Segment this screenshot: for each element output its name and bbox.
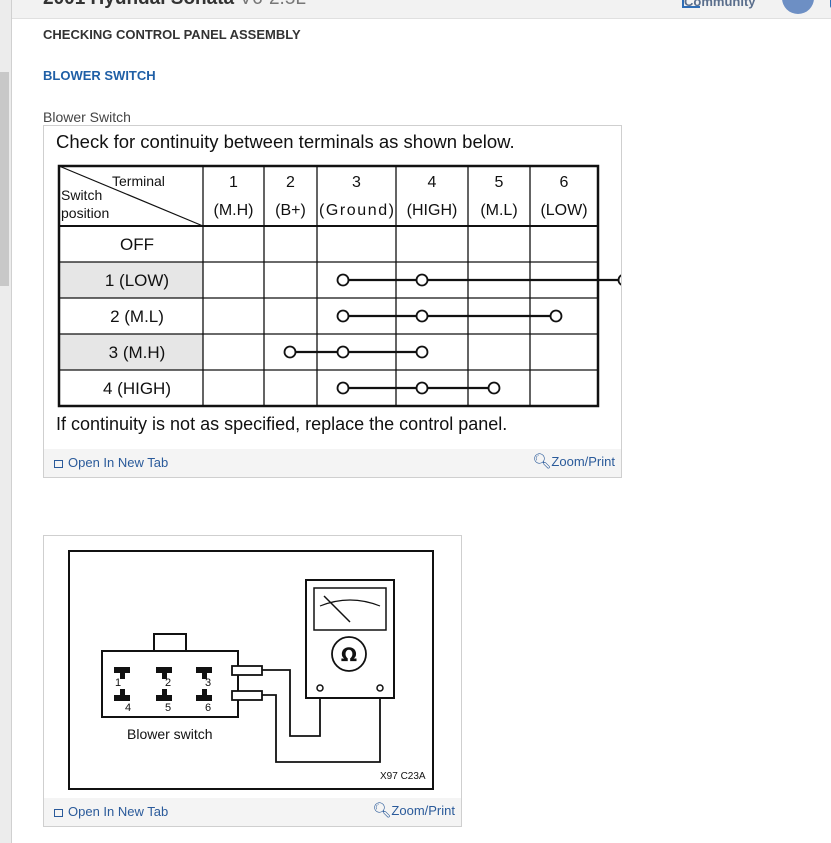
continuity-dot xyxy=(336,345,350,359)
continuity-dot xyxy=(415,309,429,323)
open-tab-label: Open In New Tab xyxy=(68,455,169,470)
zoom-print-button[interactable]: 🔍︎Zoom/Print xyxy=(372,801,455,819)
zoom-print-button[interactable]: 🔍︎Zoom/Print xyxy=(532,452,615,470)
continuity-dot xyxy=(415,381,429,395)
open-in-new-tab-button[interactable]: Open In New Tab xyxy=(54,804,168,819)
instruction-text: Check for continuity between terminals a… xyxy=(56,131,515,152)
wiring-diagram: 1 2 3 4 5 6 Blower switch Ω X97 C23A xyxy=(68,550,434,790)
zoom-in-icon: 🔍︎ xyxy=(532,453,552,470)
switch-position-label: OFF xyxy=(120,235,154,254)
pin-1-label: 1 xyxy=(115,677,121,689)
ohm-symbol: Ω xyxy=(341,644,357,666)
external-tab-icon xyxy=(54,809,63,817)
terminal-headers: 1 (M.H) 2 (B+) 3 (Ground) 4 (HIGH) 5 (M.L) 6 (LOW) xyxy=(214,174,588,219)
continuity-dot xyxy=(617,274,621,286)
scrollbar-track[interactable] xyxy=(0,0,11,843)
pin-4-label: 4 xyxy=(125,702,131,714)
switch-position-label: 1 (LOW) xyxy=(105,271,169,290)
continuity-table-figure: Check for continuity between terminals a… xyxy=(43,125,622,478)
engine-label: V6-2.5L xyxy=(239,0,306,9)
terminal-label: (M.H) xyxy=(214,202,254,219)
pin-6-label: 6 xyxy=(205,702,211,714)
figure-caption: Blower Switch xyxy=(43,109,131,125)
blower-switch-wiring-figure: 1 2 3 4 5 6 Blower switch Ω X97 C23A Ope… xyxy=(43,535,462,827)
section-heading: CHECKING CONTROL PANEL ASSEMBLY xyxy=(43,27,301,42)
switch-position-label: 2 (M.L) xyxy=(110,307,164,326)
continuity-dot xyxy=(336,273,350,287)
zoom-label: Zoom/Print xyxy=(551,454,615,469)
terminal-label: (LOW) xyxy=(540,202,587,219)
open-in-new-tab-button[interactable]: Open In New Tab xyxy=(54,455,168,470)
terminal-number: 6 xyxy=(560,174,569,191)
switch-position-rows: OFF 1 (LOW) 2 (M.L) 3 (M.H) 4 (HIGH) xyxy=(103,235,171,398)
scrollbar-thumb[interactable] xyxy=(0,72,9,286)
continuity-table-diagram: Check for continuity between terminals a… xyxy=(56,131,621,434)
terminal-label: (M.L) xyxy=(480,202,517,219)
blower-switch-link[interactable]: BLOWER SWITCH xyxy=(43,68,156,83)
sidebar-divider xyxy=(11,0,12,843)
terminal-label: (Ground) xyxy=(319,202,394,219)
continuity-dot xyxy=(487,381,501,395)
figure2-toolbar: Open In New Tab 🔍︎Zoom/Print xyxy=(44,798,461,826)
terminal-number: 5 xyxy=(495,174,504,191)
zoom-label: Zoom/Print xyxy=(391,803,455,818)
external-tab-icon xyxy=(54,460,63,468)
terminal-number: 2 xyxy=(286,174,295,191)
page-title: 2001 Hyundai Sonata V6-2.5L xyxy=(43,0,306,10)
terminal-label: (HIGH) xyxy=(407,202,458,219)
open-tab-label: Open In New Tab xyxy=(68,804,169,819)
terminal-number: 1 xyxy=(229,174,238,191)
ohmmeter xyxy=(305,579,395,699)
continuity-dot xyxy=(415,345,429,359)
figure1-toolbar: Open In New Tab 🔍︎Zoom/Print xyxy=(44,449,621,477)
user-avatar[interactable] xyxy=(782,0,814,14)
blower-switch-label: Blower switch xyxy=(127,726,213,742)
pin-2-label: 2 xyxy=(165,677,171,689)
continuity-dot xyxy=(336,309,350,323)
zoom-in-icon: 🔍︎ xyxy=(372,802,392,819)
header-position: position xyxy=(61,205,109,221)
header-terminal: Terminal xyxy=(112,173,165,189)
vehicle-name: 2001 Hyundai Sonata xyxy=(43,0,234,9)
pin-5-label: 5 xyxy=(165,702,171,714)
continuity-dot xyxy=(549,309,563,323)
terminal-number: 4 xyxy=(428,174,437,191)
pin-3-label: 3 xyxy=(205,677,211,689)
header-switch: Switch xyxy=(61,187,102,203)
terminal-number: 3 xyxy=(352,174,361,191)
continuity-dot xyxy=(283,345,297,359)
page-header: 2001 Hyundai Sonata V6-2.5L Community xyxy=(12,0,831,19)
figure-code: X97 C23A xyxy=(380,771,426,782)
continuity-dot xyxy=(336,381,350,395)
switch-position-label: 3 (M.H) xyxy=(109,343,166,362)
continuity-dot xyxy=(415,273,429,287)
switch-position-label: 4 (HIGH) xyxy=(103,379,171,398)
community-link[interactable]: Community xyxy=(684,0,756,9)
terminal-label: (B+) xyxy=(275,202,306,219)
footer-note: If continuity is not as specified, repla… xyxy=(56,414,507,434)
